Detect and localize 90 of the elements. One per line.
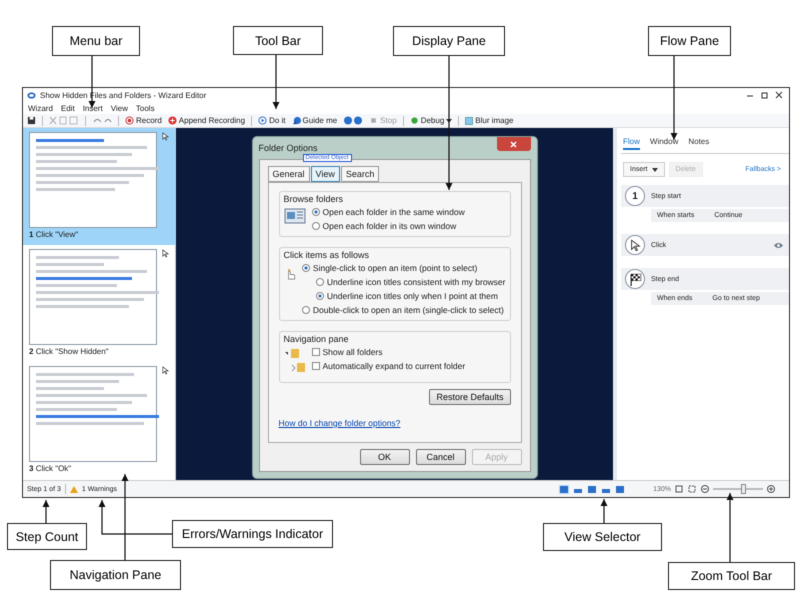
toolbar-button[interactable]: Append Recording	[168, 116, 246, 125]
toolbar-button[interactable]: Guide me	[292, 116, 338, 125]
help-link[interactable]: How do I change folder options?	[278, 418, 400, 428]
fit-screen-icon[interactable]	[675, 485, 697, 493]
window-controls-icon[interactable]	[745, 90, 785, 100]
view-button[interactable]	[559, 484, 570, 494]
callout-label: Errors/Warnings Indicator	[172, 520, 333, 548]
zoom-in-icon[interactable]	[767, 485, 775, 493]
record-icon	[125, 116, 134, 125]
callout-label: Step Count	[7, 523, 87, 550]
toolbar-button[interactable]: Do it	[258, 116, 286, 125]
restore-defaults-button[interactable]: Restore Defaults	[429, 389, 510, 405]
option-label: Single-click to open an item (point to select)	[312, 263, 478, 273]
callout-label: Menu bar	[52, 26, 140, 56]
group-title: Click items as follows	[284, 250, 370, 260]
finish-flag-icon	[625, 269, 645, 289]
stop-icon	[369, 116, 378, 125]
step-card[interactable]: 1 Click "View"	[23, 128, 175, 245]
callout-arrow	[42, 500, 50, 523]
radio-button[interactable]	[316, 278, 324, 286]
callout-arrow	[272, 55, 280, 109]
option-label: Double-click to open an item (single-click to select)	[312, 305, 504, 315]
callout-label: Tool Bar	[233, 26, 323, 55]
dialog-title: Folder Options	[258, 143, 318, 153]
callout-label: Display Pane	[393, 26, 505, 56]
callout-label: Zoom Tool Bar	[668, 562, 795, 590]
menu-item[interactable]: Wizard	[28, 104, 53, 112]
callout-label: Flow Pane	[648, 26, 731, 56]
toolbar-button[interactable]: Debug	[410, 116, 452, 125]
checkbox[interactable]	[312, 362, 320, 370]
view-button[interactable]	[587, 484, 598, 494]
step-caption: 2 Click "Show Hidden"	[29, 347, 110, 356]
menu-item[interactable]: Edit	[60, 104, 75, 112]
dialog-tab[interactable]: Search	[340, 166, 380, 182]
option-label: Open each folder in the same window	[322, 207, 465, 217]
caret-icon	[652, 168, 658, 172]
menu-item[interactable]: View	[110, 104, 128, 112]
callout-label: Navigation Pane	[50, 560, 181, 590]
caret-icon	[446, 118, 452, 122]
dialog-button[interactable]: Cancel	[416, 449, 466, 465]
close-button[interactable]	[496, 137, 530, 151]
callout-arrow	[726, 493, 734, 562]
radio-button[interactable]	[302, 264, 310, 272]
option-label: Underline icon titles only when I point at them	[326, 291, 498, 301]
group-title: Navigation pane	[284, 334, 350, 344]
flow-tab[interactable]: Notes	[688, 137, 710, 150]
dialog-tab[interactable]: General	[268, 166, 310, 182]
radio-button[interactable]	[302, 306, 310, 314]
step-thumbnail[interactable]	[29, 366, 157, 462]
app-logo-icon	[27, 90, 36, 100]
toolbar-button[interactable]: Record	[125, 116, 162, 125]
cursor-icon	[161, 132, 170, 141]
cursor-icon	[161, 366, 170, 375]
radio-button[interactable]	[316, 292, 324, 300]
flow-tab[interactable]: Window	[650, 137, 678, 150]
step-thumbnail[interactable]	[29, 249, 157, 345]
close-icon	[510, 140, 517, 148]
cursor-icon	[628, 238, 642, 252]
checkbox[interactable]	[312, 348, 320, 356]
play-icon	[258, 116, 268, 125]
radio-button[interactable]	[312, 222, 320, 230]
step-controls-icon[interactable]	[343, 116, 364, 125]
radio-button[interactable]	[312, 208, 320, 216]
undo-redo-icon[interactable]	[92, 116, 112, 125]
guide-icon	[292, 116, 301, 125]
step-thumbnail[interactable]	[29, 132, 157, 228]
option-label: Underline icon titles consistent with my browser	[326, 277, 506, 287]
menu-item[interactable]: Insert	[82, 104, 103, 112]
blur-image-checkbox[interactable]: Blur image	[465, 116, 514, 125]
save-icon[interactable]	[27, 116, 36, 125]
zoom-out-icon[interactable]	[701, 485, 709, 493]
warning-icon	[70, 486, 78, 492]
callout-label: View Selector	[543, 523, 662, 551]
status-dot-icon	[410, 116, 419, 125]
dialog-tab[interactable]: View	[310, 166, 340, 182]
option-label: Show all folders	[322, 347, 383, 357]
eye-icon[interactable]	[774, 242, 783, 248]
view-button[interactable]	[615, 484, 626, 494]
dialog-button[interactable]: OK	[360, 449, 410, 465]
callout-arrow	[600, 499, 608, 523]
option-label: Automatically expand to current folder	[322, 361, 466, 371]
group-title: Browse folders	[284, 194, 344, 204]
cursor-icon	[161, 249, 170, 258]
step-caption: 1 Click "View"	[29, 230, 80, 239]
option-label: Open each folder in its own window	[322, 221, 456, 231]
step-caption: 3 Click "Ok"	[29, 464, 72, 473]
window-icon	[284, 207, 306, 225]
menu-item[interactable]: Tools	[136, 104, 155, 112]
step-number-node: 1	[625, 186, 645, 206]
flow-tab[interactable]: Flow	[623, 137, 640, 150]
